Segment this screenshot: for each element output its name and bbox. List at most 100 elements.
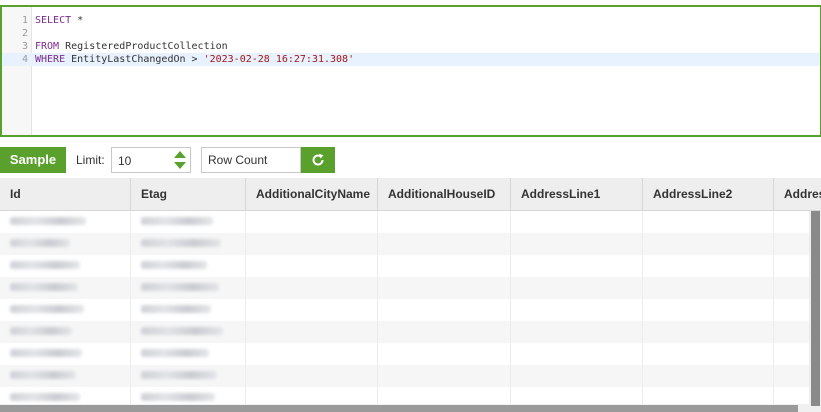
vertical-scrollbar-thumb[interactable] bbox=[811, 211, 820, 406]
code-line[interactable]: 1 SELECT * bbox=[2, 14, 820, 27]
table-row[interactable] bbox=[0, 343, 810, 365]
table-cell bbox=[0, 343, 131, 365]
table-cell bbox=[0, 277, 131, 299]
table-cell bbox=[378, 299, 511, 321]
limit-label: Limit: bbox=[76, 153, 105, 167]
redacted-value bbox=[10, 305, 84, 313]
limit-stepper[interactable]: 10 bbox=[111, 147, 191, 173]
table-cell bbox=[246, 211, 378, 233]
table-cell bbox=[643, 299, 774, 321]
table-cell bbox=[378, 277, 511, 299]
redacted-value bbox=[10, 261, 80, 269]
table-cell bbox=[643, 211, 774, 233]
sql-identifier: RegisteredProductCollection bbox=[65, 41, 228, 52]
table-cell bbox=[511, 321, 643, 343]
table-cell bbox=[131, 255, 246, 277]
redacted-value bbox=[141, 217, 213, 225]
table-cell bbox=[246, 321, 378, 343]
table-cell bbox=[131, 321, 246, 343]
table-cell bbox=[378, 321, 511, 343]
sql-identifier: * bbox=[77, 15, 84, 26]
code-text: FROM RegisteredProductCollection bbox=[35, 40, 228, 53]
code-text: SELECT * bbox=[35, 14, 83, 27]
table-cell bbox=[774, 343, 810, 365]
code-line[interactable]: 2 bbox=[2, 27, 820, 40]
column-header[interactable]: AddressLine1 bbox=[511, 178, 643, 210]
table-cell bbox=[774, 233, 810, 255]
redacted-value bbox=[10, 349, 82, 357]
table-cell bbox=[378, 365, 511, 387]
column-header[interactable]: Etag bbox=[131, 178, 246, 210]
table-row[interactable] bbox=[0, 233, 810, 255]
line-number: 1 bbox=[21, 15, 28, 26]
column-header[interactable]: AddressLine2 bbox=[643, 178, 774, 210]
redacted-value bbox=[141, 371, 217, 379]
table-cell bbox=[378, 233, 511, 255]
code-line[interactable]: 4 WHERE EntityLastChangedOn > '2023-02-28… bbox=[2, 53, 820, 66]
table-cell bbox=[131, 233, 246, 255]
redacted-value bbox=[10, 371, 76, 379]
grid-header: Id Etag AdditionalCityName AdditionalHouseI… bbox=[0, 178, 821, 211]
table-cell bbox=[774, 211, 810, 233]
column-header[interactable]: Addres bbox=[774, 178, 821, 210]
sql-identifier: EntityLastChangedOn > bbox=[71, 54, 204, 65]
column-header[interactable]: AdditionalCityName bbox=[246, 178, 378, 210]
refresh-button[interactable] bbox=[301, 147, 335, 173]
table-cell bbox=[511, 343, 643, 365]
sample-button[interactable]: Sample bbox=[0, 147, 66, 173]
chevron-up-icon[interactable] bbox=[174, 151, 186, 158]
redacted-value bbox=[10, 393, 80, 401]
table-cell bbox=[0, 255, 131, 277]
table-cell bbox=[511, 211, 643, 233]
table-cell bbox=[511, 365, 643, 387]
table-cell bbox=[643, 233, 774, 255]
table-cell bbox=[0, 233, 131, 255]
vertical-scrollbar[interactable] bbox=[810, 211, 821, 412]
line-number: 2 bbox=[21, 28, 28, 39]
sql-string: '2023-02-28 16:27:31.308' bbox=[203, 54, 355, 65]
table-cell bbox=[643, 277, 774, 299]
refresh-icon bbox=[312, 153, 324, 166]
table-cell bbox=[131, 299, 246, 321]
table-cell bbox=[511, 255, 643, 277]
table-row[interactable] bbox=[0, 255, 810, 277]
table-row[interactable] bbox=[0, 277, 810, 299]
chevron-down-icon[interactable] bbox=[174, 162, 186, 169]
table-cell bbox=[246, 277, 378, 299]
results-grid: Id Etag AdditionalCityName AdditionalHouseI… bbox=[0, 178, 821, 412]
table-cell bbox=[246, 343, 378, 365]
table-cell bbox=[774, 365, 810, 387]
table-row[interactable] bbox=[0, 365, 810, 387]
table-row[interactable] bbox=[0, 211, 810, 233]
row-count-field[interactable]: Row Count bbox=[201, 147, 301, 173]
table-cell bbox=[246, 233, 378, 255]
sql-editor[interactable]: 1 SELECT * 2 3 FROM RegisteredProductCollect… bbox=[0, 5, 821, 137]
table-cell bbox=[131, 277, 246, 299]
table-cell bbox=[511, 277, 643, 299]
table-cell bbox=[643, 321, 774, 343]
column-header[interactable]: Id bbox=[0, 178, 131, 210]
redacted-value bbox=[10, 217, 86, 225]
table-row[interactable] bbox=[0, 299, 810, 321]
redacted-value bbox=[141, 305, 211, 313]
line-number: 3 bbox=[21, 41, 28, 52]
horizontal-scrollbar-thumb[interactable] bbox=[0, 405, 798, 412]
table-cell bbox=[131, 211, 246, 233]
table-cell bbox=[0, 321, 131, 343]
code-line[interactable]: 3 FROM RegisteredProductCollection bbox=[2, 40, 820, 53]
horizontal-scrollbar[interactable] bbox=[0, 404, 810, 412]
table-cell bbox=[774, 277, 810, 299]
table-cell bbox=[131, 365, 246, 387]
table-cell bbox=[378, 343, 511, 365]
sql-keyword: FROM bbox=[35, 41, 66, 52]
redacted-value bbox=[10, 283, 78, 291]
table-cell bbox=[246, 299, 378, 321]
table-row[interactable] bbox=[0, 321, 810, 343]
table-cell bbox=[378, 255, 511, 277]
code-text: WHERE EntityLastChangedOn > '2023-02-28 … bbox=[35, 53, 354, 66]
limit-value: 10 bbox=[118, 154, 132, 168]
grid-body bbox=[0, 211, 810, 412]
column-header[interactable]: AdditionalHouseID bbox=[378, 178, 511, 210]
redacted-value bbox=[141, 261, 207, 269]
sql-keyword: WHERE bbox=[35, 54, 72, 65]
